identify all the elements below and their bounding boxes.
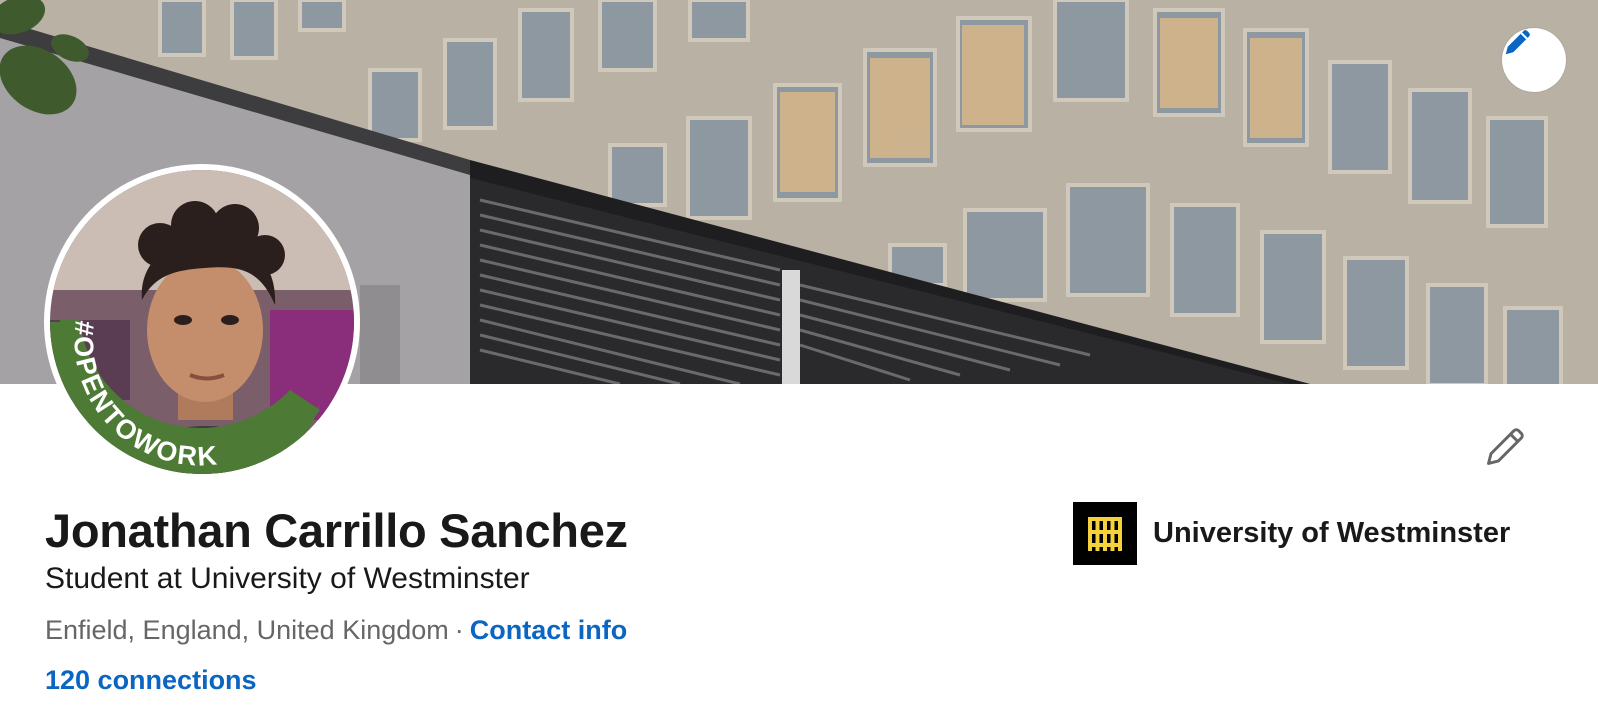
profile-headline: Student at University of Westminster — [45, 562, 530, 595]
separator: · — [454, 615, 464, 645]
edit-cover-button[interactable] — [1502, 28, 1566, 92]
pencil-icon — [1505, 30, 1530, 55]
education-name: University of Westminster — [1153, 517, 1511, 549]
education-item[interactable]: University of Westminster — [1073, 502, 1510, 565]
location-text: Enfield, England, United Kingdom — [45, 615, 449, 645]
profile-name: Jonathan Carrillo Sanchez — [45, 504, 628, 557]
connections-link[interactable]: 120 connections — [45, 665, 257, 696]
pencil-icon — [1487, 428, 1524, 465]
location-line: Enfield, England, United Kingdom · Contact… — [45, 615, 627, 646]
contact-info-link[interactable]: Contact info — [470, 615, 627, 645]
open-to-work-badge: #OPENTOWORK — [50, 319, 320, 474]
open-to-work-text: #OPENTOWORK — [68, 319, 218, 471]
grid-logo-icon — [1088, 516, 1122, 551]
svg-text:#OPENTOWORK: #OPENTOWORK — [68, 319, 220, 471]
avatar[interactable]: #OPENTOWORK — [50, 170, 354, 474]
profile-photo-frame[interactable]: #OPENTOWORK — [44, 164, 360, 480]
university-logo-icon — [1073, 502, 1137, 565]
edit-intro-button[interactable] — [1480, 422, 1530, 472]
